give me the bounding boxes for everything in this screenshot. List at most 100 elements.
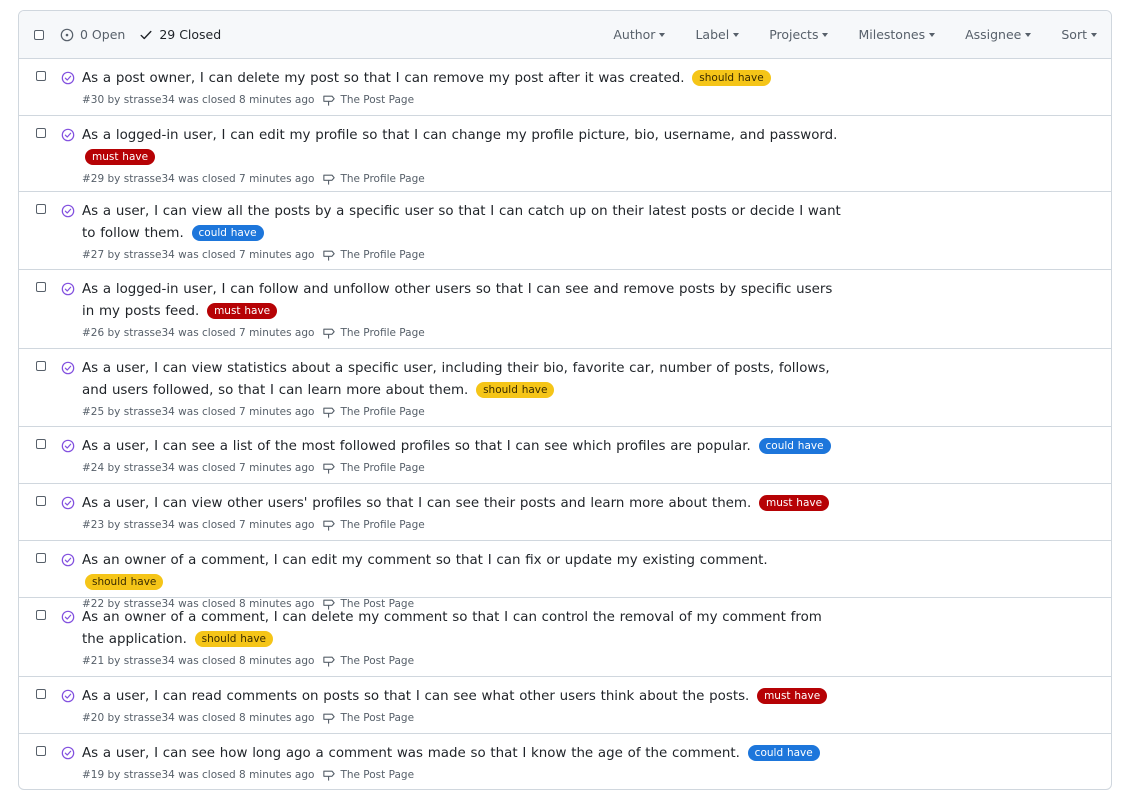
issue-row: As a user, I can view all the posts by a…: [19, 192, 1111, 270]
issue-title-link[interactable]: As a user, I can see a list of the most …: [82, 439, 751, 454]
issue-checkbox[interactable]: [36, 439, 46, 449]
filter-milestones-label: Milestones: [858, 27, 926, 42]
issue-state-toggle: 0 Open 29 Closed: [60, 27, 235, 42]
issue-closed-icon: [61, 553, 75, 567]
issue-meta: by strasse34 was closed 7 minutes ago: [107, 462, 315, 474]
issue-number: #30: [82, 94, 105, 106]
milestone-link[interactable]: The Profile Page: [322, 404, 425, 420]
issue-title-link[interactable]: As a user, I can see how long ago a comm…: [82, 746, 740, 761]
filter-milestones[interactable]: Milestones: [858, 27, 936, 42]
chevron-down-icon: [822, 33, 829, 37]
issue-meta: by strasse34 was closed 8 minutes ago: [107, 94, 315, 106]
milestone-link[interactable]: The Profile Page: [322, 517, 425, 533]
issue-title-link[interactable]: As an owner of a comment, I can delete m…: [82, 610, 822, 647]
milestone-link[interactable]: The Post Page: [322, 767, 414, 783]
filter-sort-label: Sort: [1061, 27, 1087, 42]
milestone-icon: [323, 770, 336, 781]
chevron-down-icon: [1091, 33, 1097, 37]
chevron-down-icon: [1025, 33, 1032, 37]
issue-row: As a user, I can see how long ago a comm…: [19, 734, 1111, 789]
filter-author[interactable]: Author: [613, 27, 666, 42]
issue-title-link[interactable]: As a post owner, I can delete my post so…: [82, 71, 685, 86]
label-badge[interactable]: should have: [476, 382, 555, 398]
issue-closed-icon: [61, 746, 75, 760]
filter-projects[interactable]: Projects: [769, 27, 829, 42]
milestone-link[interactable]: The Post Page: [322, 653, 414, 669]
milestone-icon: [323, 174, 336, 185]
milestone-icon: [323, 407, 336, 418]
issue-checkbox[interactable]: [36, 746, 46, 756]
issues-list-header: 0 Open 29 Closed Author Label Projects M…: [19, 11, 1111, 59]
open-count-label: 0 Open: [80, 27, 126, 42]
milestone-label: The Profile Page: [340, 327, 425, 339]
milestone-label: The Post Page: [340, 769, 415, 781]
milestone-link[interactable]: The Post Page: [322, 92, 414, 108]
filter-projects-label: Projects: [769, 27, 819, 42]
issue-title-link[interactable]: As a logged-in user, I can edit my profi…: [82, 128, 837, 143]
issue-checkbox[interactable]: [36, 610, 46, 620]
milestone-link[interactable]: The Profile Page: [322, 171, 425, 187]
label-badge[interactable]: could have: [191, 225, 264, 241]
check-icon: [140, 30, 152, 39]
label-badge[interactable]: could have: [747, 745, 820, 761]
issue-closed-icon: [61, 282, 75, 296]
issue-checkbox[interactable]: [36, 204, 46, 214]
label-badge[interactable]: must have: [757, 688, 828, 704]
issue-closed-icon: [61, 71, 75, 85]
issue-row: As an owner of a comment, I can delete m…: [19, 598, 1111, 677]
issue-row: As a user, I can see a list of the most …: [19, 427, 1111, 484]
issue-title-link[interactable]: As an owner of a comment, I can edit my …: [82, 553, 768, 568]
label-badge[interactable]: must have: [758, 495, 830, 511]
milestone-label: The Post Page: [340, 655, 415, 667]
label-badge[interactable]: must have: [85, 149, 156, 165]
milestone-link[interactable]: The Profile Page: [322, 325, 425, 341]
issue-checkbox[interactable]: [36, 553, 46, 563]
milestone-label: The Profile Page: [340, 519, 425, 531]
label-badge[interactable]: could have: [758, 438, 831, 454]
milestone-icon: [323, 656, 336, 667]
filter-assignee[interactable]: Assignee: [965, 27, 1032, 42]
issue-checkbox[interactable]: [36, 496, 46, 506]
issue-checkbox[interactable]: [36, 282, 46, 292]
issue-checkbox[interactable]: [36, 71, 46, 81]
milestone-link[interactable]: The Profile Page: [322, 247, 425, 263]
milestone-label: The Profile Page: [340, 406, 425, 418]
issue-checkbox[interactable]: [36, 128, 46, 138]
issue-number: #19: [82, 769, 105, 781]
issue-open-icon: [60, 28, 74, 41]
issue-number: #27: [82, 249, 105, 261]
milestone-link[interactable]: The Profile Page: [322, 460, 425, 476]
filter-label-label: Label: [695, 27, 730, 42]
issue-checkbox[interactable]: [36, 689, 46, 699]
label-badge[interactable]: should have: [194, 631, 274, 647]
closed-issues-filter[interactable]: 29 Closed: [139, 27, 221, 42]
issue-meta: by strasse34 was closed 8 minutes ago: [107, 712, 315, 724]
issue-number: #26: [82, 327, 105, 339]
issue-checkbox[interactable]: [36, 361, 46, 371]
milestone-icon: [323, 328, 336, 339]
issue-row: As a post owner, I can delete my post so…: [19, 59, 1111, 116]
issue-title-link[interactable]: As a user, I can read comments on posts …: [82, 689, 749, 704]
filter-author-label: Author: [613, 27, 656, 42]
open-issues-filter[interactable]: 0 Open: [60, 27, 125, 42]
issue-row: As a user, I can read comments on posts …: [19, 677, 1111, 734]
filter-sort[interactable]: Sort: [1061, 27, 1097, 42]
label-badge[interactable]: must have: [207, 303, 278, 319]
closed-count-label: 29 Closed: [159, 27, 222, 42]
issue-row: As an owner of a comment, I can edit my …: [19, 541, 1111, 610]
milestone-label: The Post Page: [340, 94, 415, 106]
milestone-link[interactable]: The Post Page: [322, 710, 414, 726]
label-badge[interactable]: should have: [692, 70, 771, 86]
milestone-icon: [323, 95, 336, 106]
select-all-checkbox[interactable]: [34, 29, 44, 40]
issue-row: As a logged-in user, I can follow and un…: [19, 270, 1111, 349]
issue-closed-icon: [61, 361, 75, 375]
issue-title-link[interactable]: As a logged-in user, I can follow and un…: [82, 282, 832, 319]
label-badge[interactable]: should have: [85, 574, 164, 590]
issue-title-link[interactable]: As a user, I can view statistics about a…: [82, 361, 830, 398]
filter-label[interactable]: Label: [695, 27, 740, 42]
milestone-label: The Profile Page: [340, 462, 425, 474]
chevron-down-icon: [733, 33, 740, 37]
issue-title-link[interactable]: As a user, I can view other users' profi…: [82, 496, 751, 511]
issue-closed-icon: [61, 128, 75, 142]
